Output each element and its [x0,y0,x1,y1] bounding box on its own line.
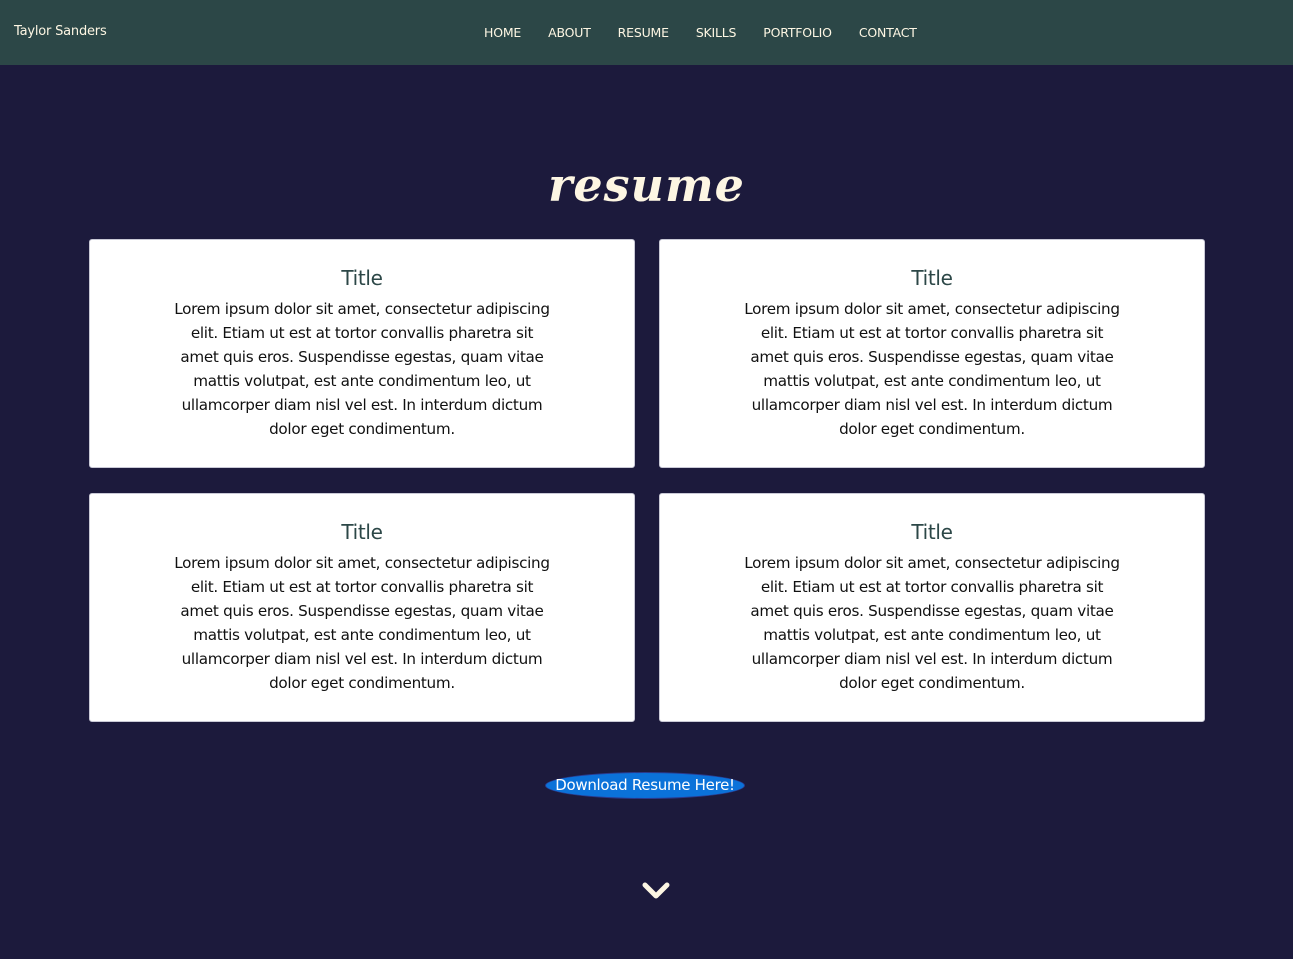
nav-link-skills[interactable]: SKILLS [696,25,737,40]
section-title: resume [548,158,745,212]
resume-card: Title Lorem ipsum dolor sit amet, consec… [89,493,635,722]
navbar: Taylor Sanders HOME ABOUT RESUME SKILLS … [0,0,1293,65]
card-body: Lorem ipsum dolor sit amet, consectetur … [744,554,1120,692]
nav-link-resume[interactable]: RESUME [618,25,669,40]
card-body: Lorem ipsum dolor sit amet, consectetur … [174,554,550,692]
card-body: Lorem ipsum dolor sit amet, consectetur … [744,300,1120,438]
resume-card: Title Lorem ipsum dolor sit amet, consec… [89,239,635,468]
nav-links: HOME ABOUT RESUME SKILLS PORTFOLIO CONTA… [484,25,944,40]
card-title: Title [341,266,383,290]
card-title: Title [911,520,953,544]
card-body: Lorem ipsum dolor sit amet, consectetur … [174,300,550,438]
nav-link-contact[interactable]: CONTACT [859,25,917,40]
brand-name[interactable]: Taylor Sanders [14,24,107,39]
nav-link-home[interactable]: HOME [484,25,521,40]
resume-card: Title Lorem ipsum dolor sit amet, consec… [659,493,1205,722]
nav-link-portfolio[interactable]: PORTFOLIO [763,25,832,40]
download-resume-button[interactable]: Download Resume Here! [545,772,745,799]
card-title: Title [341,520,383,544]
card-title: Title [911,266,953,290]
nav-link-about[interactable]: ABOUT [548,25,591,40]
resume-card: Title Lorem ipsum dolor sit amet, consec… [659,239,1205,468]
chevron-down-icon[interactable] [641,879,671,903]
